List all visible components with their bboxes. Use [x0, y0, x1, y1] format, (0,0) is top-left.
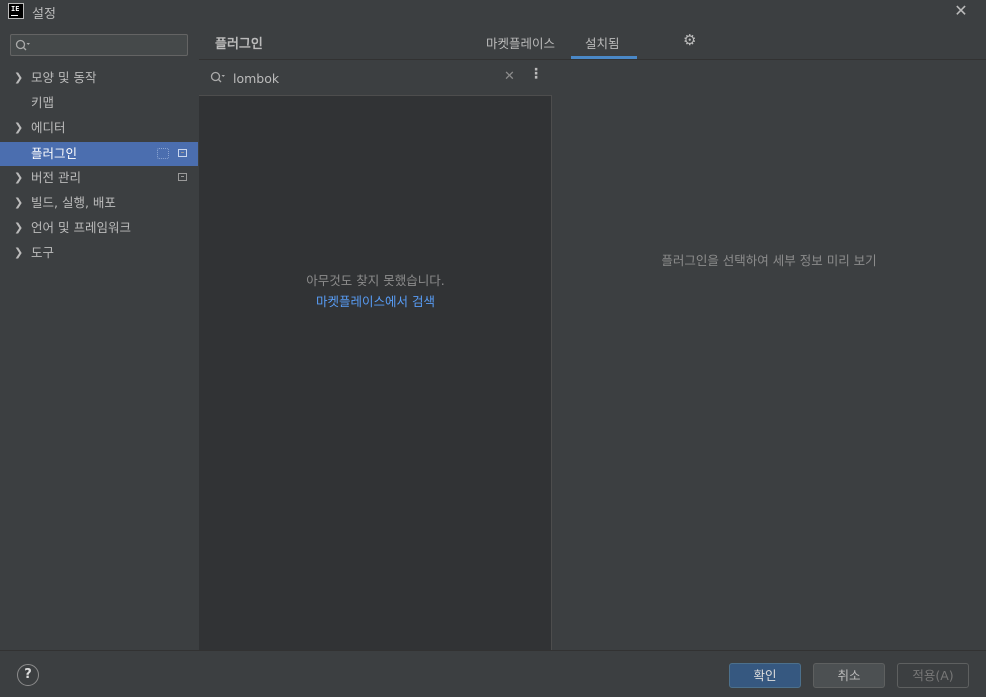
sidebar-item-label: 도구	[31, 245, 55, 260]
detail-placeholder-message: 플러그인을 선택하여 세부 정보 미리 보기	[661, 253, 877, 268]
plugin-search-input[interactable]	[233, 67, 483, 89]
sidebar-item-label: 에디터	[31, 120, 66, 135]
chevron-right-icon: ❯	[14, 246, 24, 259]
clear-icon[interactable]: ✕	[504, 69, 515, 84]
plugin-list-pane: ✕ ⋮ 아무것도 찾지 못했습니다. 마켓플레이스에서 검색	[199, 60, 552, 650]
search-marketplace-link[interactable]: 마켓플레이스에서 검색	[199, 291, 552, 310]
sidebar-item-keymap[interactable]: 키맵	[0, 91, 198, 115]
sidebar-item-languages[interactable]: ❯ 언어 및 프레임워크	[0, 216, 198, 240]
sidebar-item-label: 키맵	[31, 95, 55, 110]
close-icon[interactable]: ✕	[950, 1, 972, 23]
title-bar: IE 설정 ✕	[0, 0, 986, 23]
settings-sidebar: ❯ 모양 및 동작 키맵 ❯ 에디터 플러그인 ❯ 버전 관리 ❯ 빌드, 실행…	[0, 23, 198, 650]
chevron-right-icon: ❯	[14, 71, 24, 84]
search-icon	[15, 39, 31, 52]
sidebar-item-build[interactable]: ❯ 빌드, 실행, 배포	[0, 191, 198, 215]
search-icon	[210, 71, 226, 84]
chevron-right-icon: ❯	[14, 171, 24, 184]
window-title: 설정	[32, 7, 56, 22]
sidebar-item-label: 플러그인	[31, 146, 78, 161]
empty-result-message: 아무것도 찾지 못했습니다.	[306, 273, 445, 288]
plugins-header: 플러그인 마켓플레이스 설치됨 ⚙	[199, 23, 986, 60]
sidebar-item-label: 언어 및 프레임워크	[31, 220, 131, 235]
cancel-button[interactable]: 취소	[813, 663, 885, 688]
sidebar-item-tools[interactable]: ❯ 도구	[0, 241, 198, 265]
tab-marketplace[interactable]: 마켓플레이스	[486, 33, 555, 52]
plugin-search-bar: ✕ ⋮	[199, 60, 552, 96]
sidebar-item-editor[interactable]: ❯ 에디터	[0, 116, 198, 140]
apply-button[interactable]: 적용(A)	[897, 663, 969, 688]
plugins-panel: 플러그인 마켓플레이스 설치됨 ⚙ ✕ ⋮ 아무것도 찾지 못했습니다. 마켓플…	[199, 23, 986, 650]
sidebar-search-input[interactable]	[10, 34, 188, 56]
ok-button[interactable]: 확인	[729, 663, 801, 688]
plugin-detail-pane: 플러그인을 선택하여 세부 정보 미리 보기	[552, 60, 986, 650]
dialog-footer: ? 확인 취소 적용(A)	[0, 650, 986, 697]
active-tab-indicator	[571, 56, 637, 59]
tab-installed[interactable]: 설치됨	[585, 33, 620, 52]
app-logo-icon: IE	[8, 3, 24, 19]
sidebar-item-version-control[interactable]: ❯ 버전 관리	[0, 166, 198, 190]
project-scope-icon	[178, 173, 187, 181]
chevron-right-icon: ❯	[14, 196, 24, 209]
sidebar-item-appearance[interactable]: ❯ 모양 및 동작	[0, 66, 198, 90]
sidebar-item-label: 버전 관리	[31, 170, 81, 185]
gear-icon[interactable]: ⚙	[683, 31, 696, 49]
sidebar-item-label: 모양 및 동작	[31, 70, 97, 85]
page-title: 플러그인	[215, 37, 263, 52]
chevron-right-icon: ❯	[14, 221, 24, 234]
help-button[interactable]: ?	[17, 664, 39, 686]
app-logo-text: IE	[11, 5, 20, 13]
project-scope-icon	[178, 149, 187, 157]
sidebar-item-plugins[interactable]: 플러그인	[0, 142, 198, 166]
sidebar-item-label: 빌드, 실행, 배포	[31, 195, 116, 210]
chevron-right-icon: ❯	[14, 121, 24, 134]
translate-icon	[157, 148, 169, 159]
more-options-icon[interactable]: ⋮	[529, 67, 543, 81]
